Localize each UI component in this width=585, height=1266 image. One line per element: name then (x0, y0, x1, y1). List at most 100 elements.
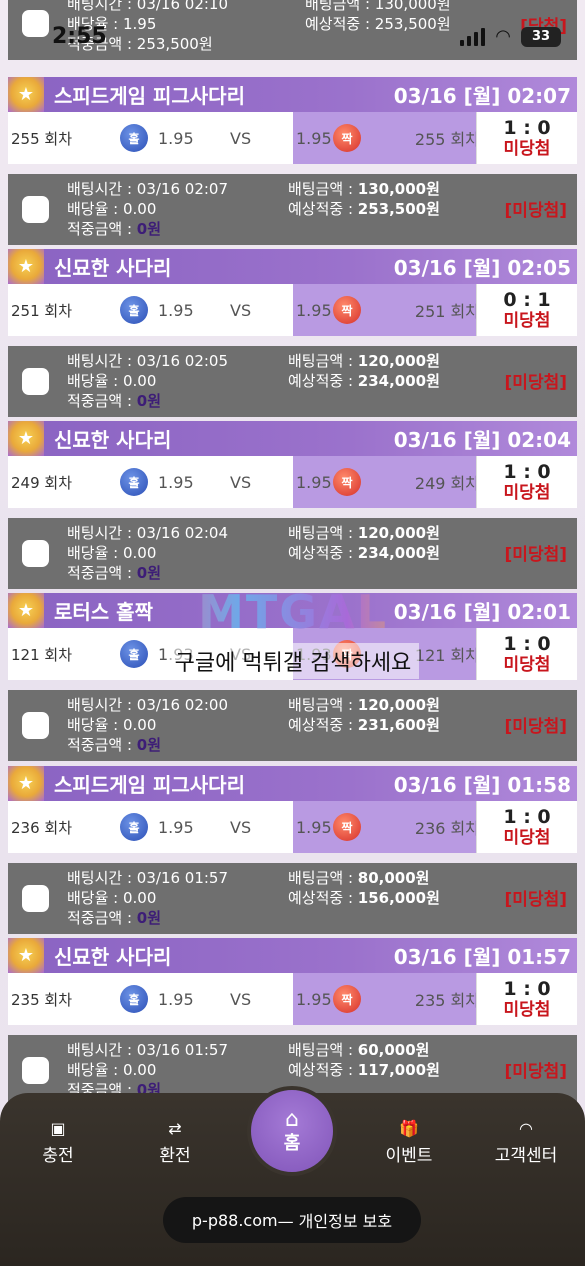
away-pick-button[interactable]: 짝 (333, 813, 361, 841)
home-pick-button[interactable]: 홀 (120, 468, 148, 496)
bet-amount-row: 배팅금액 : 60,000원 (288, 1040, 440, 1060)
select-checkbox[interactable] (22, 540, 49, 567)
bet-amount-value: 120,000원 (357, 696, 440, 714)
bet-amount-row: 배팅금액 : 120,000원 (288, 695, 440, 715)
away-round: 249 회차 (414, 474, 480, 493)
nav-event-label: 이벤트 (385, 1146, 433, 1166)
home-odds: 1.95 (158, 300, 194, 320)
bet-box: 배팅시간 : 03/16 02:00 배당율 : 0.00 적중금액 : 0원 … (8, 690, 577, 761)
expected-row: 예상적중 : 234,000원 (288, 371, 440, 391)
win-label: 적중금액 : (67, 220, 137, 238)
nav-support[interactable]: ◠ 고객센터 (481, 1119, 571, 1166)
win-value: 0원 (136, 564, 162, 582)
home-pick-button[interactable]: 홀 (120, 296, 148, 324)
win-row: 적중금액 : 0원 (67, 391, 228, 411)
bet-time-label: 배팅시간 : (67, 696, 137, 714)
result-label: 미당첨 (503, 311, 551, 331)
away-block: 1.95 짝 249 회차 (293, 456, 480, 508)
match-row: 249 회차 홀 1.95 VS 1.95 짝 249 회차 1 : 0 미당첨 (8, 456, 577, 508)
nav-charge[interactable]: ▣ 충전 (13, 1119, 103, 1166)
away-round: 236 회차 (414, 819, 480, 838)
game-logo-icon: ★ (8, 938, 44, 973)
select-checkbox[interactable] (22, 1057, 49, 1084)
home-odds: 1.95 (158, 472, 194, 492)
select-checkbox[interactable] (22, 196, 49, 223)
bet-box: 배팅시간 : 03/16 02:05 배당율 : 0.00 적중금액 : 0원 … (8, 346, 577, 417)
bet-time-value: 03/16 02:00 (136, 696, 229, 714)
expected-label: 예상적중 : (288, 889, 358, 907)
win-label: 적중금액 : (67, 564, 137, 582)
bet-amount-label: 배팅금액 : (288, 524, 358, 542)
nav-home-button[interactable]: ⌂ 홈 (247, 1086, 337, 1176)
home-pick-button[interactable]: 홀 (120, 813, 148, 841)
expected-row: 예상적중 : 156,000원 (288, 888, 440, 908)
game-date: 03/16 [월] 01:58 (393, 773, 571, 797)
card-header: ★ 신묘한 사다리 03/16 [월] 02:04 (8, 421, 577, 456)
win-label: 적중금액 : (67, 909, 137, 927)
bet-time-value: 03/16 02:04 (136, 524, 229, 542)
game-name: 스피드게임 피그사다리 (54, 84, 245, 108)
bet-time-value: 03/16 01:57 (136, 1041, 229, 1059)
game-name: 신묘한 사다리 (54, 945, 172, 969)
score-box: 1 : 0 미당첨 (476, 112, 577, 164)
watermark-text: 구글에 먹튀갤 검색하세요 (166, 643, 420, 679)
nav-exchange[interactable]: ⇄ 환전 (130, 1119, 220, 1166)
result-label: 미당첨 (503, 828, 551, 848)
bet-card: ★ 스피드게임 피그사다리 03/16 [월] 01:58 236 회차 홀 1… (8, 766, 577, 934)
bet-card: ★ 신묘한 사다리 03/16 [월] 02:05 251 회차 홀 1.95 … (8, 249, 577, 417)
bet-box: 배팅시간 : 03/16 01:57 배당율 : 0.00 적중금액 : 0원 … (8, 863, 577, 934)
away-pick-button[interactable]: 짝 (333, 468, 361, 496)
bet-time-row: 배팅시간 : 03/16 02:07 (67, 179, 228, 199)
vs-label: VS (230, 128, 252, 148)
odds-label: 배당율 : (67, 889, 123, 907)
expected-value: 234,000원 (357, 544, 440, 562)
card-header: ★ 스피드게임 피그사다리 03/16 [월] 01:58 (8, 766, 577, 801)
round-number: 236 회차 (11, 818, 72, 837)
away-block: 1.95 짝 251 회차 (293, 284, 480, 336)
odds-row: 배당율 : 0.00 (67, 199, 228, 219)
bet-time-value: 03/16 02:07 (136, 180, 229, 198)
select-checkbox[interactable] (22, 368, 49, 395)
away-round: 235 회차 (414, 991, 480, 1010)
exchange-icon: ⇄ (168, 1119, 182, 1138)
odds-label: 배당율 : (67, 372, 123, 390)
gift-icon: 🎁 (399, 1119, 419, 1138)
away-round: 251 회차 (414, 302, 480, 321)
result-label: 미당첨 (503, 139, 551, 159)
bet-amount-label: 배팅금액 : (288, 352, 358, 370)
odds-row: 배당율 : 0.00 (67, 543, 228, 563)
away-pick-button[interactable]: 짝 (333, 296, 361, 324)
select-checkbox[interactable] (22, 885, 49, 912)
vs-label: VS (230, 817, 252, 837)
game-name: 신묘한 사다리 (54, 428, 172, 452)
bet-amount-row: 배팅금액 : 130,000원 (288, 179, 440, 199)
nav-event[interactable]: 🎁 이벤트 (364, 1119, 454, 1166)
card-header: ★ 신묘한 사다리 03/16 [월] 02:05 (8, 249, 577, 284)
score-box: 1 : 0 미당첨 (476, 801, 577, 853)
home-odds: 1.95 (158, 128, 194, 148)
bet-time-row: 배팅시간 : 03/16 02:05 (67, 351, 228, 371)
select-checkbox[interactable] (22, 712, 49, 739)
away-odds: 1.95 (296, 128, 332, 148)
result-label: 미당첨 (503, 1000, 551, 1020)
expected-value: 156,000원 (357, 889, 440, 907)
away-round: 255 회차 (414, 130, 480, 149)
win-value: 0원 (136, 736, 162, 754)
game-logo-icon: ★ (8, 593, 44, 628)
status-badge: [미당첨] (504, 890, 567, 910)
bet-amount-label: 배팅금액 : (288, 180, 358, 198)
match-row: 255 회차 홀 1.95 VS 1.95 짝 255 회차 1 : 0 미당첨 (8, 112, 577, 164)
odds-value: 0.00 (123, 544, 157, 562)
url-bar[interactable]: p-p88.com — 개인정보 보호 (163, 1197, 421, 1243)
away-pick-button[interactable]: 짝 (333, 124, 361, 152)
round-number: 249 회차 (11, 473, 72, 492)
bet-amount-value: 120,000원 (357, 352, 440, 370)
home-pick-button[interactable]: 홀 (120, 985, 148, 1013)
away-pick-button[interactable]: 짝 (333, 985, 361, 1013)
odds-label: 배당율 : (67, 1061, 123, 1079)
home-pick-button[interactable]: 홀 (120, 124, 148, 152)
odds-value: 0.00 (123, 716, 157, 734)
win-row: 적중금액 : 0원 (67, 735, 228, 755)
game-date: 03/16 [월] 01:57 (393, 945, 571, 969)
win-label: 적중금액 : (67, 736, 137, 754)
